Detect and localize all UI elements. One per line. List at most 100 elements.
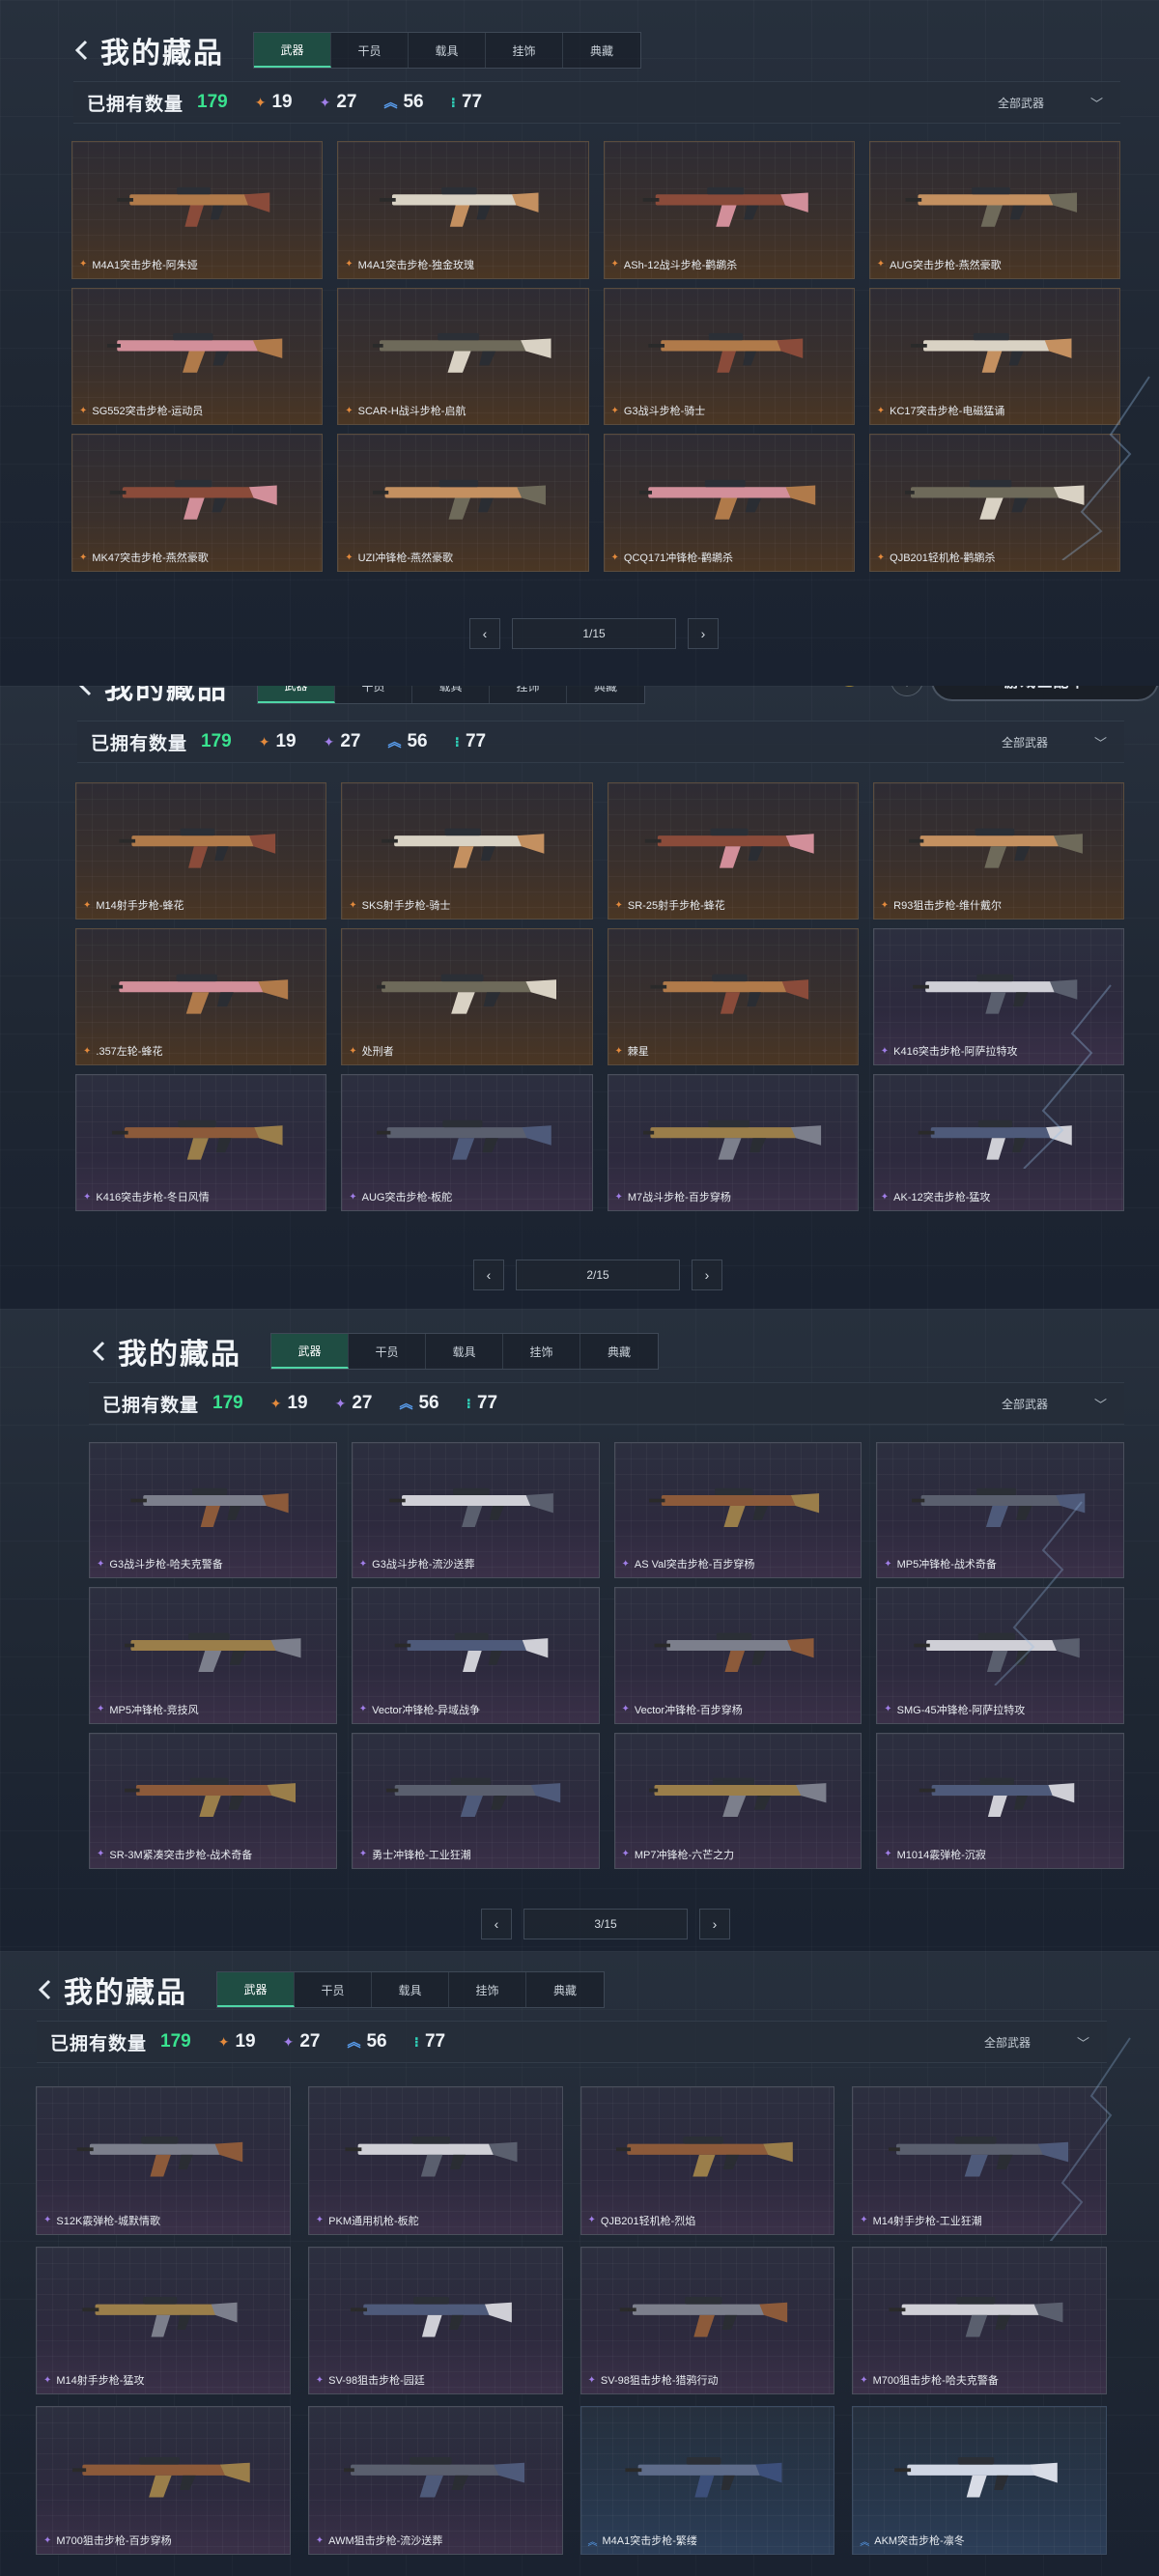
weapon-card[interactable]: ✦ M14射手步枪-工业狂潮 xyxy=(852,2086,1107,2235)
weapon-card[interactable]: ✦ 勇士冲锋枪-工业狂潮 xyxy=(351,1732,600,1869)
back-button[interactable] xyxy=(71,686,100,705)
weapon-card[interactable]: ✦ M1014霰弹枪-沉寂 xyxy=(876,1732,1124,1869)
tab-collection[interactable]: 典藏 xyxy=(526,1972,604,2007)
weapon-name: M1014霰弹枪-沉寂 xyxy=(896,1849,986,1861)
tab-collection[interactable]: 典藏 xyxy=(580,1334,658,1369)
tab-vehicles[interactable]: 载具 xyxy=(409,33,486,68)
weapon-card[interactable]: ✦ AUG突击步枪-燕然豪歌 xyxy=(868,141,1120,279)
back-button[interactable] xyxy=(85,1332,114,1371)
orange-rarity-icon: ✦ xyxy=(614,1045,623,1057)
next-page-button[interactable]: › xyxy=(688,618,719,649)
weapon-card[interactable]: ✦ AWM狙击步枪-流沙送葬 xyxy=(307,2406,563,2555)
weapon-card[interactable]: ✦ K416突击步枪-冬日风情 xyxy=(75,1074,327,1211)
matchmaking-button[interactable]: 游戏匹配中 xyxy=(931,686,1159,701)
tab-weapons[interactable]: 武器 xyxy=(217,1972,295,2007)
tab-operators[interactable]: 干员 xyxy=(335,686,412,703)
weapon-card[interactable]: ✦ QCQ171冲锋枪-鹳鹕杀 xyxy=(603,434,855,572)
weapon-card[interactable]: ✦ PKM通用机枪-板舵 xyxy=(307,2086,563,2235)
weapon-filter-dropdown[interactable]: 全部武器 ﹀ xyxy=(998,94,1103,112)
weapon-image xyxy=(616,2137,793,2177)
weapon-card[interactable]: ✦ SR-3M紧凑突击步枪-战术奇备 xyxy=(89,1732,337,1869)
chevron-down-icon: ﹀ xyxy=(1093,1397,1107,1412)
purple-rarity-icon: ✦ xyxy=(83,1191,92,1203)
weapon-card[interactable]: ✦ SCAR-H战斗步枪-启航 xyxy=(337,287,589,426)
weapon-card[interactable]: ✦ QJB201轻机枪-烈焰 xyxy=(580,2086,835,2235)
weapon-filter-dropdown[interactable]: 全部武器 ﹀ xyxy=(1002,733,1107,751)
weapon-card[interactable]: ✦ K416突击步枪-阿萨拉特攻 xyxy=(872,928,1124,1065)
tab-weapons[interactable]: 武器 xyxy=(254,33,331,68)
blue-rarity-icon: ︽ xyxy=(387,734,402,750)
tab-operators[interactable]: 干员 xyxy=(349,1334,426,1369)
weapon-card-label: ✦ M4A1突击步枪-独金玫瑰 xyxy=(345,257,474,272)
layers-button[interactable]: ◈ xyxy=(890,686,923,696)
tab-charms[interactable]: 挂饰 xyxy=(449,1972,526,2007)
back-button[interactable] xyxy=(68,31,97,70)
next-page-button[interactable]: › xyxy=(699,1909,730,1939)
weapon-card[interactable]: ✦ M4A1突击步枪-阿朱娅 xyxy=(71,141,324,279)
weapon-card[interactable]: ✦ R93狙击步枪-维什戴尔 xyxy=(872,782,1124,920)
weapon-card[interactable]: ✦ Vector冲锋枪-百步穿杨 xyxy=(613,1587,862,1724)
weapon-card[interactable]: ✦ SG552突击步枪-运动员 xyxy=(71,287,324,426)
notification-button[interactable]: 🔔 99 xyxy=(829,686,890,694)
weapon-card[interactable]: ✦ .357左轮-蜂花 xyxy=(75,928,327,1065)
weapon-card[interactable]: ✦ MP7冲锋枪-六芒之力 xyxy=(613,1732,862,1869)
tab-vehicles[interactable]: 载具 xyxy=(426,1334,503,1369)
weapon-image xyxy=(377,1119,552,1160)
weapon-card[interactable]: ✦ ASh-12战斗步枪-鹳鹕杀 xyxy=(603,141,855,279)
weapon-filter-dropdown[interactable]: 全部武器 ﹀ xyxy=(1002,1395,1107,1413)
weapon-card[interactable]: ✦ AS Val突击步枪-百步穿杨 xyxy=(613,1442,862,1579)
weapon-card[interactable]: ✦ SKS射手步枪-骑士 xyxy=(341,782,593,920)
weapon-card[interactable]: ✦ UZI冲锋枪-燕然豪歌 xyxy=(337,434,589,572)
weapon-card[interactable]: ✦ M14射手步枪-猛攻 xyxy=(36,2246,291,2395)
weapon-card[interactable]: ✦ AK-12突击步枪-猛攻 xyxy=(872,1074,1124,1211)
weapon-card[interactable]: ✦ MP5冲锋枪-竞技风 xyxy=(89,1587,337,1724)
weapon-card[interactable]: ✦ AUG突击步枪-板舵 xyxy=(341,1074,593,1211)
prev-page-button[interactable]: ‹ xyxy=(473,1260,504,1290)
weapon-card[interactable]: ✦ Vector冲锋枪-异域战争 xyxy=(351,1587,600,1724)
weapon-filter-dropdown[interactable]: 全部武器 ﹀ xyxy=(984,2033,1089,2052)
weapon-name: M4A1突击步枪-繁缕 xyxy=(602,2535,697,2547)
weapon-card[interactable]: ✦ M7战斗步枪-百步穿杨 xyxy=(607,1074,859,1211)
weapon-card[interactable]: ✦ S12K霰弹枪-城默情歌 xyxy=(36,2086,291,2235)
weapon-card[interactable]: ✦ SV-98狙击步枪-猎鸦行动 xyxy=(580,2246,835,2395)
weapon-card[interactable]: ✦ SR-25射手步枪-蜂花 xyxy=(607,782,859,920)
next-page-button[interactable]: › xyxy=(692,1260,722,1290)
page-indicator: 1/15 xyxy=(512,618,676,649)
weapon-image xyxy=(386,1777,561,1818)
tab-collection[interactable]: 典藏 xyxy=(563,33,640,68)
weapon-card[interactable]: ✦ SV-98狙击步枪-园廷 xyxy=(307,2246,563,2395)
tab-collection[interactable]: 典藏 xyxy=(567,686,644,703)
weapon-card[interactable]: ✦ KC17突击步枪-电磁猛诵 xyxy=(868,287,1120,426)
prev-page-button[interactable]: ‹ xyxy=(469,618,500,649)
weapon-card[interactable]: ✦ G3战斗步枪-骑士 xyxy=(603,287,855,426)
weapon-card[interactable]: ︽ AKM突击步枪-凛冬 xyxy=(852,2406,1107,2555)
weapon-card[interactable]: ✦ MP5冲锋枪-战术奇备 xyxy=(876,1442,1124,1579)
weapon-card[interactable]: ✦ SMG-45冲锋枪-阿萨拉特攻 xyxy=(876,1587,1124,1724)
weapon-card[interactable]: ✦ QJB201轻机枪-鹳鹕杀 xyxy=(868,434,1120,572)
weapon-card[interactable]: ✦ 棘星 xyxy=(607,928,859,1065)
tab-vehicles[interactable]: 载具 xyxy=(372,1972,449,2007)
weapon-card[interactable]: ✦ M14射手步枪-蜂花 xyxy=(75,782,327,920)
tab-operators[interactable]: 干员 xyxy=(295,1972,372,2007)
back-button[interactable] xyxy=(31,1970,60,2009)
weapon-card[interactable]: ✦ 处刑者 xyxy=(341,928,593,1065)
tab-weapons[interactable]: 武器 xyxy=(258,686,335,703)
category-tabs: 武器 干员 载具 挂饰 典藏 xyxy=(253,32,641,69)
weapon-card[interactable]: ✦ M4A1突击步枪-独金玫瑰 xyxy=(337,141,589,279)
tab-vehicles[interactable]: 载具 xyxy=(412,686,490,703)
tab-charms[interactable]: 挂饰 xyxy=(490,686,567,703)
tab-charms[interactable]: 挂饰 xyxy=(486,33,563,68)
purple-rarity-icon: ✦ xyxy=(349,1191,357,1203)
tab-operators[interactable]: 干员 xyxy=(331,33,409,68)
weapon-card[interactable]: ✦ M700狙击步枪-哈夫克警备 xyxy=(852,2246,1107,2395)
weapon-card[interactable]: ✦ MK47突击步枪-燕然豪歌 xyxy=(71,434,324,572)
tab-charms[interactable]: 挂饰 xyxy=(503,1334,580,1369)
weapon-card[interactable]: ✦ G3战斗步枪-流沙送葬 xyxy=(351,1442,600,1579)
weapon-card[interactable]: ✦ M700狙击步枪-百步穿杨 xyxy=(36,2406,291,2555)
weapon-card[interactable]: ︽ M4A1突击步枪-繁缕 xyxy=(580,2406,835,2555)
weapon-name: S12K霰弹枪-城默情歌 xyxy=(56,2215,160,2227)
weapon-card[interactable]: ✦ G3战斗步枪-哈夫克警备 xyxy=(89,1442,337,1579)
orange-rarity-icon: ✦ xyxy=(614,899,623,911)
prev-page-button[interactable]: ‹ xyxy=(481,1909,512,1939)
tab-weapons[interactable]: 武器 xyxy=(271,1334,349,1369)
